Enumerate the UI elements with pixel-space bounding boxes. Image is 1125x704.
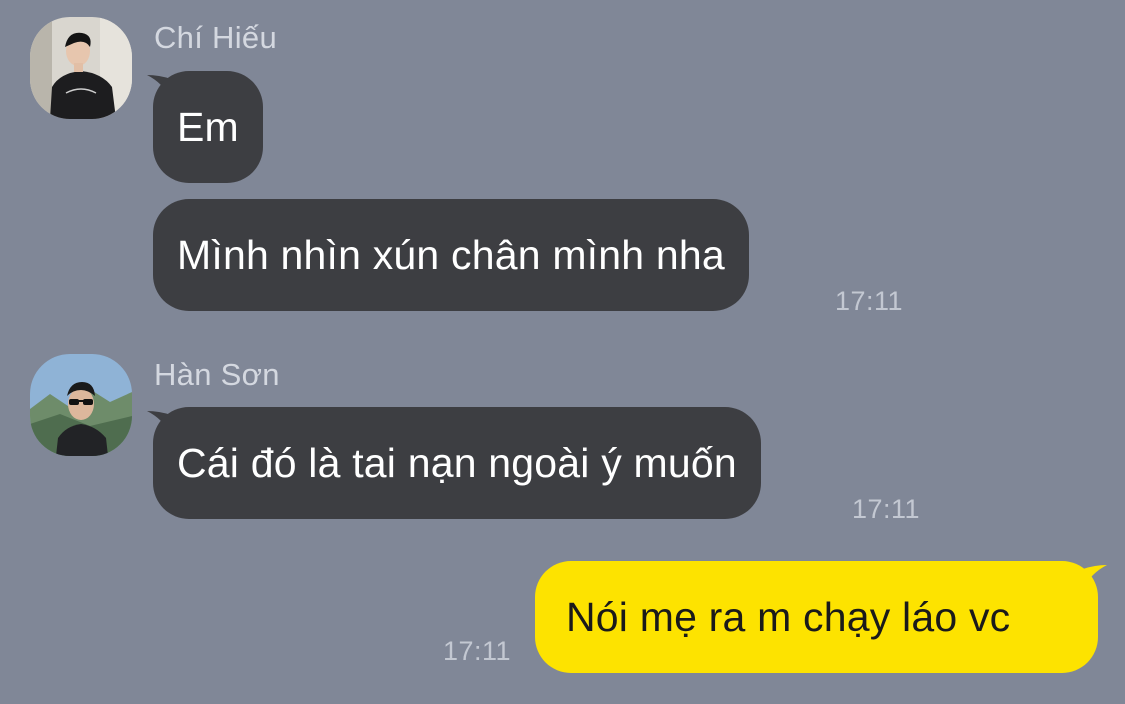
message-text: Em bbox=[177, 103, 239, 150]
sender-name: Chí Hiếu bbox=[154, 20, 278, 55]
user-photo-icon bbox=[30, 17, 132, 119]
avatar-chi-hieu[interactable] bbox=[30, 17, 132, 119]
message-bubble[interactable]: Mình nhìn xún chân mình nha bbox=[153, 199, 749, 311]
chat-thread: Chí Hiếu Em Mình nhìn xún chân mình nha … bbox=[0, 0, 1125, 704]
user-photo-icon bbox=[30, 354, 132, 456]
message-bubble[interactable]: Em bbox=[153, 71, 263, 183]
avatar-han-son[interactable] bbox=[30, 354, 132, 456]
message-text: Cái đó là tai nạn ngoài ý muốn bbox=[177, 439, 737, 486]
sender-name: Hàn Sơn bbox=[154, 357, 280, 392]
message-bubble[interactable]: Cái đó là tai nạn ngoài ý muốn bbox=[153, 407, 761, 519]
message-timestamp: 17:11 bbox=[852, 494, 921, 524]
message-timestamp: 17:11 bbox=[443, 636, 512, 666]
outgoing-message-bubble[interactable]: Nói mẹ ra m chạy láo vc bbox=[535, 561, 1098, 673]
message-text: Nói mẹ ra m chạy láo vc bbox=[566, 593, 1011, 640]
message-text: Mình nhìn xún chân mình nha bbox=[177, 231, 725, 278]
message-timestamp: 17:11 bbox=[835, 286, 904, 316]
bubble-tail bbox=[1083, 565, 1107, 589]
